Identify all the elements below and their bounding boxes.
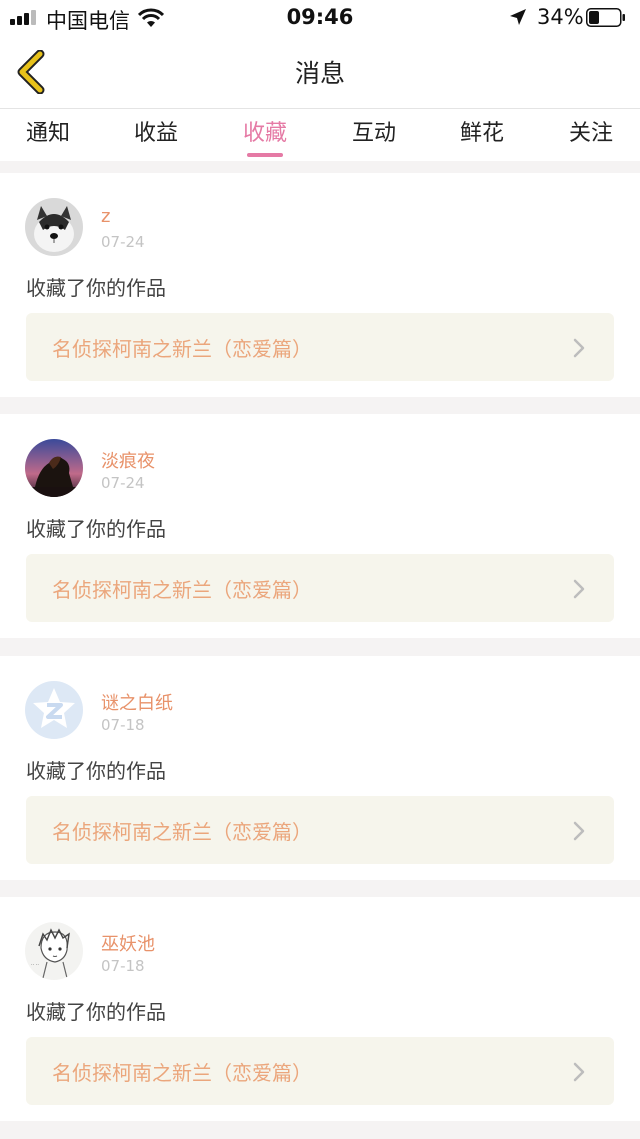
action-text: 收藏了你的作品 <box>26 517 166 541</box>
work-link[interactable]: 名侦探柯南之新兰（恋爱篇） <box>26 796 614 864</box>
tab-interactions[interactable]: 互动 <box>319 115 429 161</box>
message-card: z 07-24 收藏了你的作品 名侦探柯南之新兰（恋爱篇） <box>0 173 640 397</box>
anime-sketch-avatar: ·· ·· <box>25 922 83 980</box>
tab-label: 互动 <box>351 121 396 146</box>
message-date: 07-24 <box>101 233 145 251</box>
action-text: 收藏了你的作品 <box>26 759 166 783</box>
message-card: 淡痕夜 07-24 收藏了你的作品 名侦探柯南之新兰（恋爱篇） <box>0 414 640 638</box>
tab-following[interactable]: 关注 <box>536 115 640 161</box>
message-card: 谜之白纸 07-18 收藏了你的作品 名侦探柯南之新兰（恋爱篇） <box>0 656 640 880</box>
lion-night-avatar <box>25 439 83 497</box>
chevron-right-icon <box>573 579 585 599</box>
work-link[interactable]: 名侦探柯南之新兰（恋爱篇） <box>26 1037 614 1105</box>
tab-label: 收益 <box>133 121 178 146</box>
location-arrow-icon <box>510 9 526 25</box>
chevron-right-icon <box>573 1062 585 1082</box>
username[interactable]: 淡痕夜 <box>101 447 155 473</box>
status-bar: 中国电信 09:46 34% <box>0 0 640 36</box>
tab-favorites[interactable]: 收藏 <box>210 115 320 161</box>
message-card: ·· ·· 巫妖池 07-18 收藏了你的作品 名侦探柯南之新兰（恋爱篇） <box>0 897 640 1121</box>
nav-header: 消息 <box>0 36 640 109</box>
work-link[interactable]: 名侦探柯南之新兰（恋爱篇） <box>26 554 614 622</box>
work-link[interactable]: 名侦探柯南之新兰（恋爱篇） <box>26 313 614 381</box>
chevron-right-icon <box>573 338 585 358</box>
tab-label: 关注 <box>568 121 613 146</box>
avatar[interactable] <box>25 198 83 256</box>
work-title: 名侦探柯南之新兰（恋爱篇） <box>52 820 312 844</box>
tab-label: 鲜花 <box>459 121 504 146</box>
action-text: 收藏了你的作品 <box>26 276 166 300</box>
message-date: 07-18 <box>101 716 145 734</box>
battery-icon <box>586 8 625 27</box>
username[interactable]: 巫妖池 <box>101 930 155 956</box>
username[interactable]: 谜之白纸 <box>101 689 173 715</box>
avatar[interactable] <box>25 681 83 739</box>
tab-flowers[interactable]: 鲜花 <box>427 115 537 161</box>
tab-label: 通知 <box>25 121 70 146</box>
page-title: 消息 <box>294 59 345 88</box>
husky-dog-avatar <box>25 198 83 256</box>
work-title: 名侦探柯南之新兰（恋爱篇） <box>52 578 312 602</box>
avatar[interactable]: ·· ·· <box>25 922 83 980</box>
work-title: 名侦探柯南之新兰（恋爱篇） <box>52 1061 312 1085</box>
tab-label: 收藏 <box>242 121 287 146</box>
chevron-right-icon <box>573 821 585 841</box>
active-tab-indicator <box>247 153 283 157</box>
battery-percent: 34% <box>537 5 584 29</box>
username[interactable]: z <box>101 206 110 227</box>
tab-earnings[interactable]: 收益 <box>101 115 211 161</box>
qq-default-avatar <box>25 681 83 739</box>
message-date: 07-24 <box>101 474 145 492</box>
avatar[interactable] <box>25 439 83 497</box>
action-text: 收藏了你的作品 <box>26 1000 166 1024</box>
tab-bar: 通知 收益 收藏 互动 鲜花 关注 <box>0 109 640 161</box>
work-title: 名侦探柯南之新兰（恋爱篇） <box>52 337 312 361</box>
tab-notifications[interactable]: 通知 <box>0 115 103 161</box>
message-date: 07-18 <box>101 957 145 975</box>
svg-text:·· ··: ·· ·· <box>31 962 39 968</box>
